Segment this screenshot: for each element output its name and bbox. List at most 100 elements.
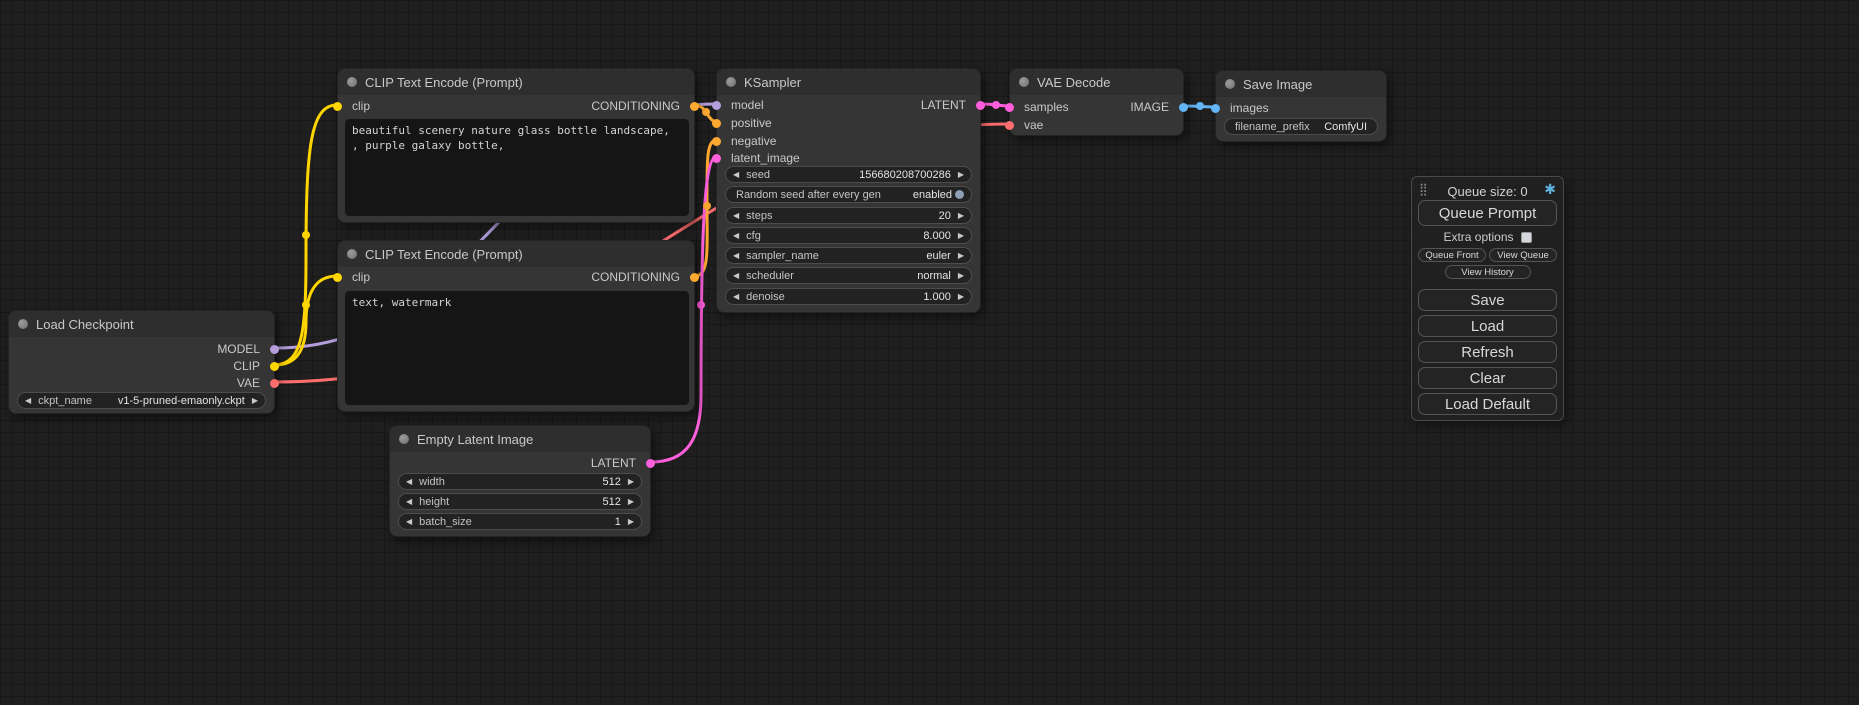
decrement-arrow-icon[interactable]: ◀ <box>406 518 412 526</box>
widget-batch-size[interactable]: ◀ batch_size 1 ▶ <box>398 513 642 530</box>
output-slot-model: MODEL <box>217 341 274 357</box>
comfy-menu-panel[interactable]: ⣿ Queue size: 0 ✱ Queue Prompt Extra opt… <box>1411 176 1564 421</box>
decrement-arrow-icon[interactable]: ◀ <box>733 232 739 240</box>
save-button[interactable]: Save <box>1418 289 1557 311</box>
node-load-checkpoint[interactable]: Load Checkpoint MODEL CLIP VAE ◀ ckpt_na… <box>8 310 275 414</box>
node-title: VAE Decode <box>1037 75 1110 90</box>
input-slot-positive: positive <box>717 115 772 131</box>
decrement-arrow-icon[interactable]: ◀ <box>406 498 412 506</box>
clip-slot-dot[interactable] <box>270 362 279 371</box>
increment-arrow-icon[interactable]: ▶ <box>628 498 634 506</box>
node-clip-text-encode-positive[interactable]: CLIP Text Encode (Prompt) clip CONDITION… <box>337 68 695 223</box>
increment-arrow-icon[interactable]: ▶ <box>252 397 258 405</box>
output-slot-image: IMAGE <box>1130 99 1183 115</box>
decrement-arrow-icon[interactable]: ◀ <box>733 252 739 260</box>
toggle-random-seed[interactable]: Random seed after every gen enabled <box>725 186 972 203</box>
widget-seed[interactable]: ◀ seed 156680208700286 ▶ <box>725 166 972 183</box>
queue-front-button[interactable]: Queue Front <box>1418 248 1486 262</box>
increment-arrow-icon[interactable]: ▶ <box>958 232 964 240</box>
clip-slot-dot[interactable] <box>333 102 342 111</box>
node-vae-decode[interactable]: VAE Decode samples vae IMAGE <box>1009 68 1184 136</box>
collapse-dot-icon[interactable] <box>347 77 357 87</box>
collapse-dot-icon[interactable] <box>347 249 357 259</box>
image-slot-dot[interactable] <box>1211 104 1220 113</box>
node-titlebar[interactable]: Empty Latent Image <box>390 426 650 452</box>
view-history-button[interactable]: View History <box>1445 265 1531 279</box>
latent-slot-dot[interactable] <box>1005 103 1014 112</box>
increment-arrow-icon[interactable]: ▶ <box>958 272 964 280</box>
latent-slot-dot[interactable] <box>976 101 985 110</box>
decrement-arrow-icon[interactable]: ◀ <box>406 478 412 486</box>
decrement-arrow-icon[interactable]: ◀ <box>733 171 739 179</box>
node-titlebar[interactable]: KSampler <box>717 69 980 95</box>
collapse-dot-icon[interactable] <box>1225 79 1235 89</box>
widget-steps[interactable]: ◀ steps 20 ▶ <box>725 207 972 224</box>
node-titlebar[interactable]: CLIP Text Encode (Prompt) <box>338 241 694 267</box>
output-slot-latent: LATENT <box>921 97 980 113</box>
node-titlebar[interactable]: VAE Decode <box>1010 69 1183 95</box>
node-empty-latent-image[interactable]: Empty Latent Image LATENT ◀ width 512 ▶ … <box>389 425 651 537</box>
collapse-dot-icon[interactable] <box>1019 77 1029 87</box>
toggle-dot-icon[interactable] <box>955 190 964 199</box>
node-title: Empty Latent Image <box>417 432 533 447</box>
image-slot-dot[interactable] <box>1179 103 1188 112</box>
latent-slot-dot[interactable] <box>646 459 655 468</box>
settings-gear-icon[interactable]: ✱ <box>1544 181 1556 198</box>
node-title: Load Checkpoint <box>36 317 134 332</box>
clear-button[interactable]: Clear <box>1418 367 1557 389</box>
increment-arrow-icon[interactable]: ▶ <box>958 212 964 220</box>
widget-ckpt-name[interactable]: ◀ ckpt_name v1-5-pruned-emaonly.ckpt ▶ <box>17 392 266 409</box>
positive-prompt-textarea[interactable]: beautiful scenery nature glass bottle la… <box>345 119 689 216</box>
widget-cfg[interactable]: ◀ cfg 8.000 ▶ <box>725 227 972 244</box>
decrement-arrow-icon[interactable]: ◀ <box>25 397 31 405</box>
extra-options-row: Extra options <box>1412 230 1563 244</box>
widget-denoise[interactable]: ◀ denoise 1.000 ▶ <box>725 288 972 305</box>
input-slot-model: model <box>717 97 764 113</box>
increment-arrow-icon[interactable]: ▶ <box>628 518 634 526</box>
conditioning-slot-dot[interactable] <box>712 119 721 128</box>
vae-slot-dot[interactable] <box>270 379 279 388</box>
widget-height[interactable]: ◀ height 512 ▶ <box>398 493 642 510</box>
decrement-arrow-icon[interactable]: ◀ <box>733 293 739 301</box>
vae-slot-dot[interactable] <box>1005 121 1014 130</box>
negative-prompt-textarea[interactable]: text, watermark <box>345 291 689 405</box>
collapse-dot-icon[interactable] <box>399 434 409 444</box>
node-save-image[interactable]: Save Image images filename_prefix ComfyU… <box>1215 70 1387 142</box>
collapse-dot-icon[interactable] <box>18 319 28 329</box>
decrement-arrow-icon[interactable]: ◀ <box>733 212 739 220</box>
clip-slot-dot[interactable] <box>333 273 342 282</box>
widget-filename-prefix[interactable]: filename_prefix ComfyUI <box>1224 118 1378 135</box>
conditioning-slot-dot[interactable] <box>712 137 721 146</box>
conditioning-slot-dot[interactable] <box>690 273 699 282</box>
conditioning-slot-dot[interactable] <box>690 102 699 111</box>
node-titlebar[interactable]: Load Checkpoint <box>9 311 274 337</box>
load-button[interactable]: Load <box>1418 315 1557 337</box>
latent-slot-dot[interactable] <box>712 154 721 163</box>
refresh-button[interactable]: Refresh <box>1418 341 1557 363</box>
output-slot-conditioning: CONDITIONING <box>591 269 694 285</box>
model-slot-dot[interactable] <box>712 101 721 110</box>
load-default-button[interactable]: Load Default <box>1418 393 1557 415</box>
output-slot-latent: LATENT <box>591 455 650 471</box>
increment-arrow-icon[interactable]: ▶ <box>958 293 964 301</box>
view-queue-button[interactable]: View Queue <box>1489 248 1557 262</box>
widget-scheduler[interactable]: ◀ scheduler normal ▶ <box>725 267 972 284</box>
node-titlebar[interactable]: Save Image <box>1216 71 1386 97</box>
increment-arrow-icon[interactable]: ▶ <box>958 252 964 260</box>
input-slot-negative: negative <box>717 133 776 149</box>
decrement-arrow-icon[interactable]: ◀ <box>733 272 739 280</box>
extra-options-checkbox[interactable] <box>1521 232 1532 243</box>
node-graph-canvas[interactable]: Load Checkpoint MODEL CLIP VAE ◀ ckpt_na… <box>0 0 1859 705</box>
increment-arrow-icon[interactable]: ▶ <box>958 171 964 179</box>
increment-arrow-icon[interactable]: ▶ <box>628 478 634 486</box>
node-titlebar[interactable]: CLIP Text Encode (Prompt) <box>338 69 694 95</box>
node-clip-text-encode-negative[interactable]: CLIP Text Encode (Prompt) clip CONDITION… <box>337 240 695 412</box>
model-slot-dot[interactable] <box>270 345 279 354</box>
queue-prompt-button[interactable]: Queue Prompt <box>1418 200 1557 226</box>
input-slot-images: images <box>1216 100 1269 116</box>
node-ksampler[interactable]: KSampler model positive negative latent_… <box>716 68 981 313</box>
input-slot-clip: clip <box>338 98 370 114</box>
widget-width[interactable]: ◀ width 512 ▶ <box>398 473 642 490</box>
widget-sampler-name[interactable]: ◀ sampler_name euler ▶ <box>725 247 972 264</box>
collapse-dot-icon[interactable] <box>726 77 736 87</box>
